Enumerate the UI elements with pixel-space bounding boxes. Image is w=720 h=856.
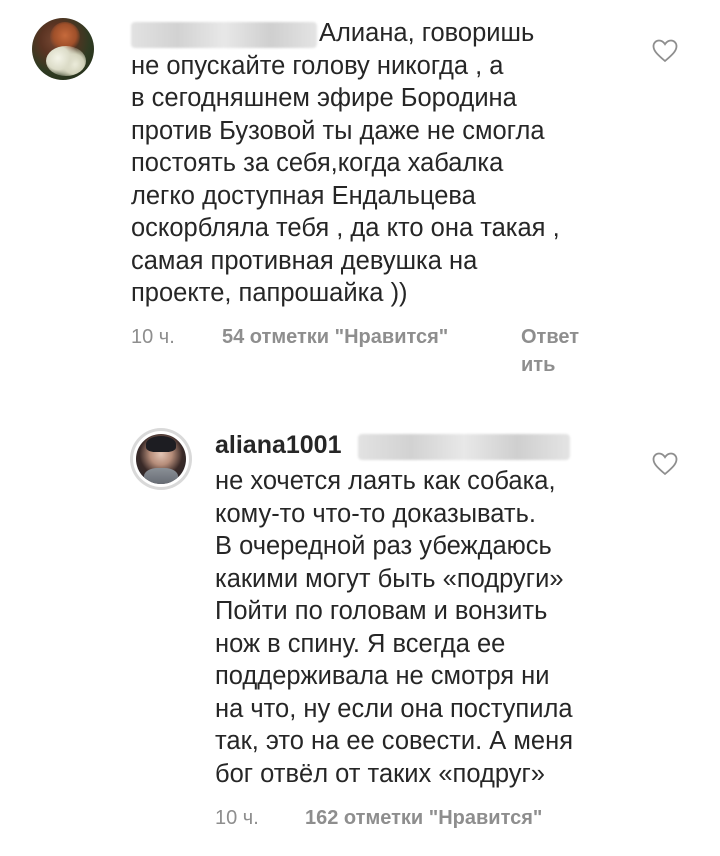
comment-1: Алиана, говоришь не опускайте голову ник… — [0, 0, 720, 400]
heart-outline-icon[interactable] — [652, 39, 678, 63]
author-username[interactable]: aliana1001 — [215, 429, 342, 461]
comment-text: Алиана, говоришь не опускайте голову ник… — [131, 19, 560, 307]
like-count[interactable]: 54 отметки "Нравится" — [222, 323, 448, 351]
avatar-frame — [133, 431, 189, 487]
commenter-avatar[interactable] — [32, 18, 94, 80]
avatar-flowers — [46, 46, 86, 76]
avatar-photo — [136, 434, 186, 484]
avatar-dress — [144, 468, 178, 484]
comment-time: 10 ч. — [131, 326, 175, 348]
avatar-hat — [146, 436, 176, 452]
comment-time: 10 ч. — [215, 807, 259, 829]
blurred-mention[interactable] — [358, 434, 570, 460]
like-count[interactable]: 162 отметки "Нравится" — [305, 804, 542, 832]
reply-button[interactable]: Ответ ить — [521, 323, 591, 379]
heart-outline-icon[interactable] — [652, 452, 678, 476]
author-avatar[interactable] — [130, 428, 192, 490]
comment-text: не хочется лаять как собака, кому-то что… — [215, 467, 574, 788]
